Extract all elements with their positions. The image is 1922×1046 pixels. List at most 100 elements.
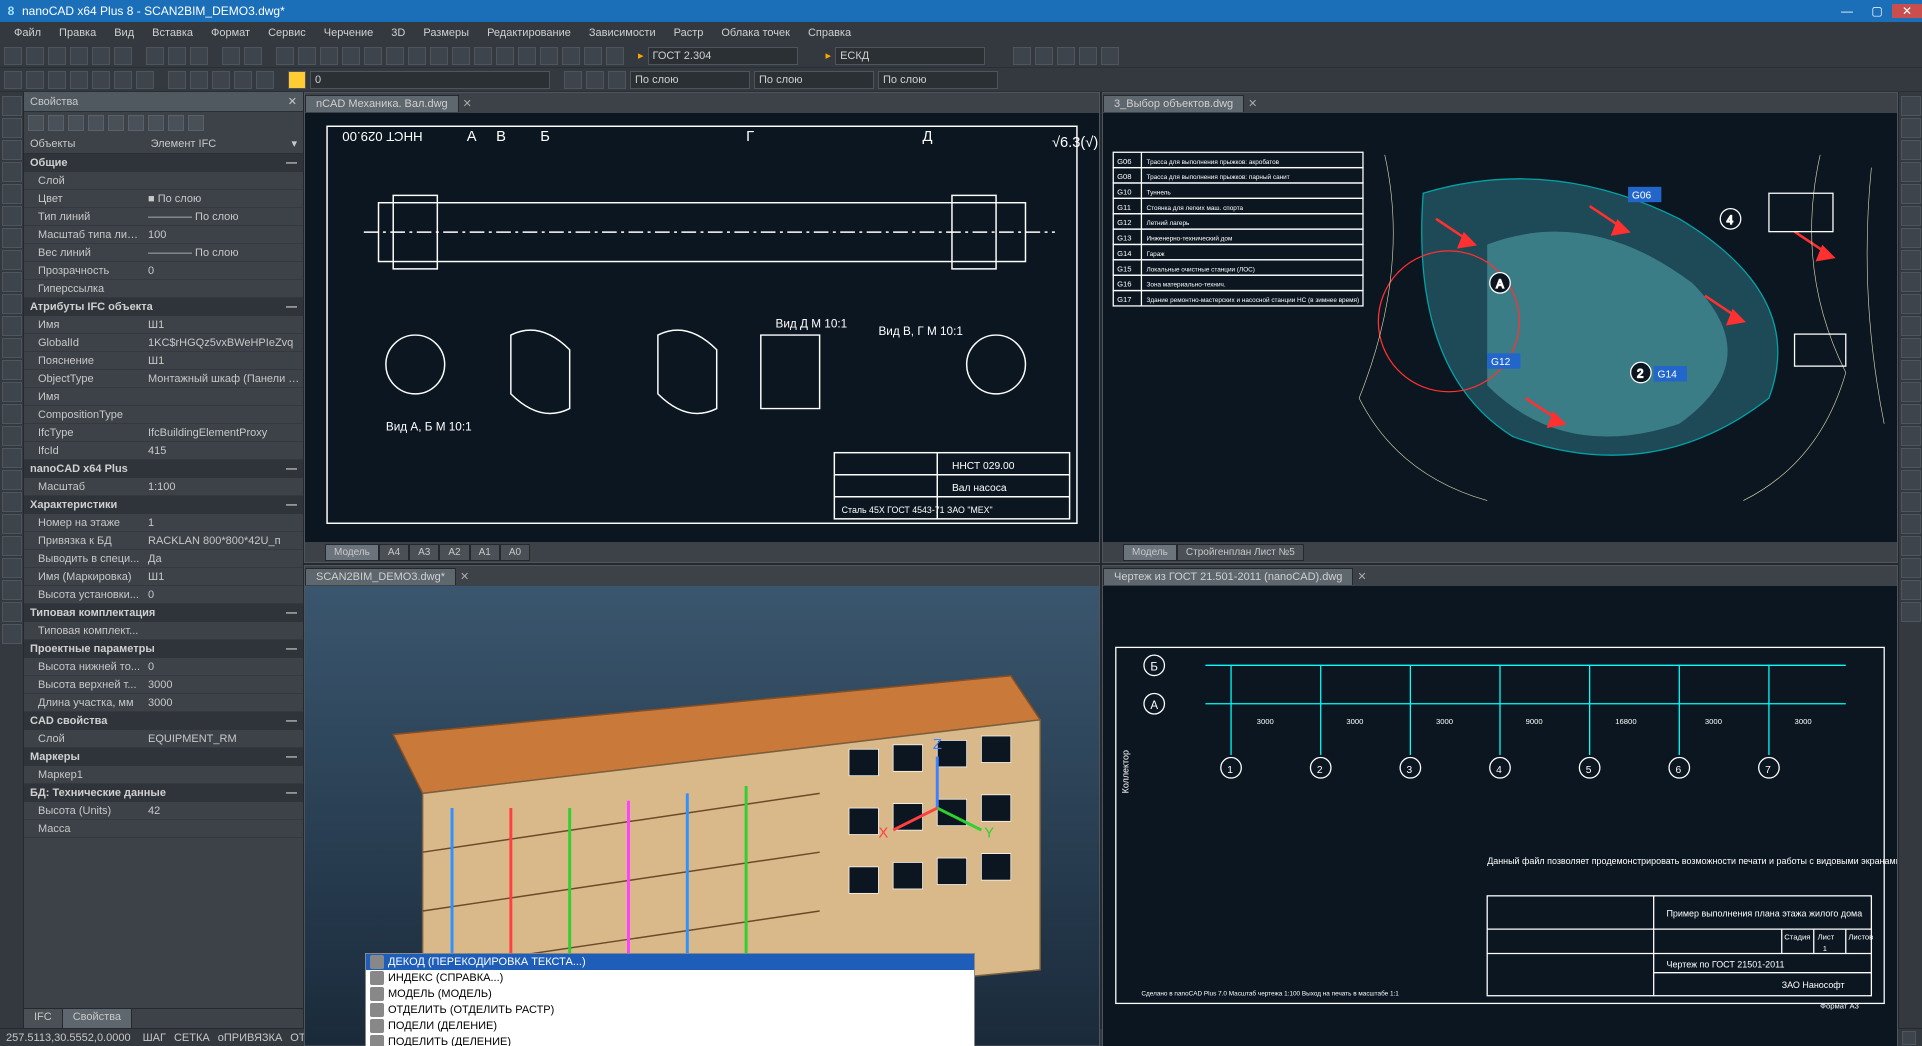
tool-misc3-icon[interactable] xyxy=(320,47,338,65)
prop-row[interactable]: IfcId415 xyxy=(24,442,303,460)
prop-value[interactable]: 0 xyxy=(144,661,303,673)
ltool-more5-icon[interactable] xyxy=(2,580,22,600)
prop-row[interactable]: Прозрачность0 xyxy=(24,262,303,280)
menu-файл[interactable]: Файл xyxy=(6,25,49,41)
tool-misc1-icon[interactable] xyxy=(276,47,294,65)
prop-group[interactable]: Атрибуты IFC объекта— xyxy=(24,298,303,316)
tool-misc5-icon[interactable] xyxy=(364,47,382,65)
tool2-6-icon[interactable] xyxy=(114,71,132,89)
rtool-23-icon[interactable] xyxy=(1901,580,1921,600)
tool2-10-icon[interactable] xyxy=(212,71,230,89)
chevron-down-icon[interactable]: ▾ xyxy=(291,137,297,150)
prop-row[interactable]: Высота нижней то...0 xyxy=(24,658,303,676)
layout-tab[interactable]: Стройгенплан Лист №5 xyxy=(1177,544,1304,561)
font-combo[interactable] xyxy=(648,47,798,65)
prop-group[interactable]: Общие— xyxy=(24,154,303,172)
prop-row[interactable]: ПояснениеШ1 xyxy=(24,352,303,370)
prop-row[interactable]: Типовая комплект... xyxy=(24,622,303,640)
properties-selection-row[interactable]: Объекты Элемент IFC ▾ xyxy=(24,134,303,154)
tool-new-icon[interactable] xyxy=(4,47,22,65)
tool2-12-icon[interactable] xyxy=(256,71,274,89)
prop-row[interactable]: IfcTypeIfcBuildingElementProxy xyxy=(24,424,303,442)
prop-row[interactable]: GlobalId1KC$rHGQz5vxBWeHPIeZvq xyxy=(24,334,303,352)
prop-row[interactable]: Высота установки...0 xyxy=(24,586,303,604)
prop-row[interactable]: Гиперссылка xyxy=(24,280,303,298)
autocomplete-item[interactable]: ПОДЕЛИТЬ (ДЕЛЕНИЕ) xyxy=(366,1034,974,1046)
rtool-8-icon[interactable] xyxy=(1901,250,1921,270)
rtool-13-icon[interactable] xyxy=(1901,360,1921,380)
prop-group[interactable]: Типовая комплектация— xyxy=(24,604,303,622)
prop-group[interactable]: Проектные параметры— xyxy=(24,640,303,658)
ltool-more2-icon[interactable] xyxy=(2,514,22,534)
tool-misc6-icon[interactable] xyxy=(386,47,404,65)
viewport-bottom-left[interactable]: SCAN2BIM_DEMO3.dwg*✕ xyxy=(304,565,1100,1046)
prop-value[interactable]: RACKLAN 800*800*42U_п xyxy=(144,535,303,547)
ltool-more7-icon[interactable] xyxy=(2,624,22,644)
menu-зависимости[interactable]: Зависимости xyxy=(581,25,664,41)
prop-group[interactable]: CAD свойства— xyxy=(24,712,303,730)
autocomplete-item[interactable]: ПОДЕЛИ (ДЕЛЕНИЕ) xyxy=(366,1018,974,1034)
prop-value[interactable]: Монтажный шкаф (Панели 19") xyxy=(144,373,303,385)
rtool-9-icon[interactable] xyxy=(1901,272,1921,292)
std-combo[interactable] xyxy=(835,47,985,65)
prop-row[interactable]: Слой xyxy=(24,172,303,190)
prop-value[interactable]: 100 xyxy=(144,229,303,241)
ltool-spline-icon[interactable] xyxy=(2,250,22,270)
prop-row[interactable]: Имя (Маркировка)Ш1 xyxy=(24,568,303,586)
rtool-17-icon[interactable] xyxy=(1901,448,1921,468)
prop-value[interactable]: ■ По слою xyxy=(144,193,303,205)
prop-row[interactable]: Высота (Units)42 xyxy=(24,802,303,820)
layout-tab[interactable]: A1 xyxy=(470,544,500,561)
prop-value[interactable]: 0 xyxy=(144,265,303,277)
ltool-ellipse-icon[interactable] xyxy=(2,228,22,248)
tool2-11-icon[interactable] xyxy=(234,71,252,89)
status-toggle-ШАГ[interactable]: ШАГ xyxy=(139,1032,170,1044)
tool-open-icon[interactable] xyxy=(26,47,44,65)
menu-формат[interactable]: Формат xyxy=(203,25,258,41)
prop-row[interactable]: Выводить в специ...Да xyxy=(24,550,303,568)
rtool-7-icon[interactable] xyxy=(1901,228,1921,248)
tool-misc4-icon[interactable] xyxy=(342,47,360,65)
tool-saveall-icon[interactable] xyxy=(70,47,88,65)
autocomplete-item[interactable]: МОДЕЛЬ (МОДЕЛЬ) xyxy=(366,986,974,1002)
prop-row[interactable]: Привязка к БДRACKLAN 800*800*42U_п xyxy=(24,532,303,550)
rtool-5-icon[interactable] xyxy=(1901,184,1921,204)
ltool-text-icon[interactable] xyxy=(2,316,22,336)
tool-preview-icon[interactable] xyxy=(114,47,132,65)
tool-print-icon[interactable] xyxy=(92,47,110,65)
tool-r2-icon[interactable] xyxy=(1035,47,1053,65)
rtool-18-icon[interactable] xyxy=(1901,470,1921,490)
prop-row[interactable]: Масса xyxy=(24,820,303,838)
menu-растр[interactable]: Растр xyxy=(666,25,712,41)
prop-value[interactable]: ———— По слою xyxy=(144,211,303,223)
prop-row[interactable]: Масштаб типа линий100 xyxy=(24,226,303,244)
ltool-more3-icon[interactable] xyxy=(2,536,22,556)
tool-undo-icon[interactable] xyxy=(222,47,240,65)
tool2-align3-icon[interactable] xyxy=(608,71,626,89)
tool-misc16-icon[interactable] xyxy=(606,47,624,65)
prop-value[interactable]: 1KC$rHGQz5vxBWeHPIeZvq xyxy=(144,337,303,349)
ltool-more6-icon[interactable] xyxy=(2,602,22,622)
prop-group[interactable]: nanoCAD x64 Plus— xyxy=(24,460,303,478)
rtool-15-icon[interactable] xyxy=(1901,404,1921,424)
close-button[interactable]: ✕ xyxy=(1892,4,1922,18)
ptool-6-icon[interactable] xyxy=(128,115,144,131)
ptool-5-icon[interactable] xyxy=(108,115,124,131)
ltool-line-icon[interactable] xyxy=(2,96,22,116)
rtool-1-icon[interactable] xyxy=(1901,96,1921,116)
menu-сервис[interactable]: Сервис xyxy=(260,25,314,41)
prop-group[interactable]: Характеристики— xyxy=(24,496,303,514)
tool2-4-icon[interactable] xyxy=(70,71,88,89)
prop-value[interactable]: 3000 xyxy=(144,679,303,691)
ltool-mtext-icon[interactable] xyxy=(2,338,22,358)
ptool-7-icon[interactable] xyxy=(148,115,164,131)
tab-ifc[interactable]: IFC xyxy=(24,1009,63,1028)
prop-row[interactable]: Длина участка, мм3000 xyxy=(24,694,303,712)
ptool-3-icon[interactable] xyxy=(68,115,84,131)
tool-misc11-icon[interactable] xyxy=(496,47,514,65)
ltool-arc-icon[interactable] xyxy=(2,140,22,160)
prop-value[interactable]: Да xyxy=(144,553,303,565)
ptool-2-icon[interactable] xyxy=(48,115,64,131)
tool-misc8-icon[interactable] xyxy=(430,47,448,65)
doc-tab-bl[interactable]: SCAN2BIM_DEMO3.dwg* xyxy=(305,568,456,585)
